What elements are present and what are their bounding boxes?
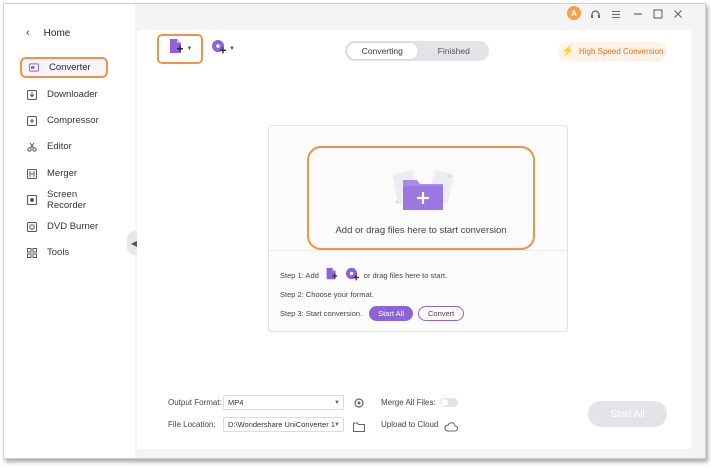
home-link[interactable]: ‹ Home <box>26 27 70 39</box>
sidebar-item-label: Converter <box>49 62 91 73</box>
sidebar-item-downloader[interactable]: Downloader <box>20 84 108 105</box>
minimize-icon[interactable] <box>631 7 645 21</box>
sidebar-item-label: Editor <box>47 141 72 152</box>
menu-icon[interactable] <box>609 7 623 21</box>
cloud-icon[interactable] <box>444 419 459 437</box>
sidebar: ‹ Home Converter Downloader Compressor E… <box>4 4 135 458</box>
tab-finished[interactable]: Finished <box>419 46 490 56</box>
drop-zone-text: Add or drag files here to start conversi… <box>335 225 507 236</box>
tools-grid-icon <box>27 247 37 258</box>
output-format-select[interactable]: MP4 ▼ <box>223 395 344 410</box>
drop-card: Add or drag files here to start conversi… <box>268 125 568 332</box>
sidebar-item-dvd-burner[interactable]: DVD Burner <box>20 216 108 237</box>
chevron-down-icon: ▼ <box>186 46 193 52</box>
sidebar-item-converter[interactable]: Converter <box>20 57 108 78</box>
start-all-button[interactable]: Start All <box>588 401 667 427</box>
merge-all-files-toggle[interactable] <box>440 398 458 407</box>
maximize-icon[interactable] <box>651 7 665 21</box>
high-speed-conversion-button[interactable]: ⚡ High Speed Conversion <box>558 42 667 61</box>
add-folder-icon <box>391 166 455 221</box>
sidebar-item-label: Merger <box>47 168 78 179</box>
step-1: Step 1: Add or drag files here to start. <box>280 267 447 283</box>
file-drop-zone[interactable]: Add or drag files here to start conversi… <box>307 146 535 250</box>
step-2: Step 2: Choose your format. <box>280 290 374 299</box>
user-avatar[interactable]: A <box>567 6 581 20</box>
close-icon[interactable] <box>671 7 685 21</box>
folder-icon[interactable] <box>352 419 366 437</box>
chevron-down-icon: ▼ <box>229 46 235 52</box>
sidebar-item-label: Screen Recorder <box>47 188 87 211</box>
merge-all-files-label: Merge All Files: <box>381 398 436 407</box>
settings-gear-icon[interactable] <box>353 396 365 414</box>
downloader-icon <box>27 89 37 100</box>
high-speed-label: High Speed Conversion <box>578 47 664 56</box>
sidebar-item-label: Compressor <box>47 115 99 126</box>
sidebar-item-screen-recorder[interactable]: Screen Recorder <box>20 188 108 211</box>
load-dvd-button[interactable]: ▼ <box>209 39 237 59</box>
file-location-select[interactable]: D:\Wondershare UniConverter 1 ▼ <box>223 417 344 432</box>
chevron-left-icon: ‹ <box>26 27 30 39</box>
app-window: ‹ Home Converter Downloader Compressor E… <box>3 3 706 459</box>
converter-icon <box>29 63 39 73</box>
chevron-down-icon: ▼ <box>334 399 340 406</box>
add-file-icon <box>168 38 184 60</box>
upload-to-cloud-label: Upload to Cloud <box>381 420 439 429</box>
output-format-label: Output Format: <box>168 398 222 407</box>
home-label: Home <box>43 27 71 39</box>
chevron-down-icon: ▼ <box>334 421 340 428</box>
sidebar-item-label: Tools <box>47 247 70 258</box>
convert-button-small[interactable]: Convert <box>417 306 465 321</box>
file-location-label: File Location: <box>168 420 216 429</box>
headset-icon[interactable] <box>588 7 602 21</box>
load-dvd-icon <box>211 39 227 59</box>
tab-converting[interactable]: Converting <box>346 42 419 60</box>
sidebar-item-compressor[interactable]: Compressor <box>20 110 108 131</box>
dvd-icon <box>27 221 37 232</box>
sidebar-item-label: DVD Burner <box>47 221 99 232</box>
sidebar-item-merger[interactable]: Merger <box>20 163 108 184</box>
merger-icon <box>27 168 37 179</box>
compressor-icon <box>27 115 37 126</box>
screen-recorder-icon <box>27 194 37 205</box>
step-3: Step 3: Start conversion. Start All Conv… <box>280 306 465 321</box>
status-tab-switch: Converting Finished <box>345 41 489 61</box>
load-dvd-icon[interactable] <box>345 267 359 283</box>
lightning-icon: ⚡ <box>561 46 574 57</box>
divider <box>269 250 567 251</box>
start-all-button-small[interactable]: Start All <box>369 306 413 321</box>
sidebar-item-tools[interactable]: Tools <box>20 242 108 263</box>
add-files-button[interactable]: ▼ <box>157 34 203 64</box>
sidebar-item-label: Downloader <box>47 89 98 100</box>
converter-panel: ▼ ▼ Converting Finished ⚡ High Speed Con… <box>137 30 691 449</box>
sidebar-item-editor[interactable]: Editor <box>20 136 108 157</box>
add-file-icon[interactable] <box>325 267 338 283</box>
scissors-icon <box>27 142 37 152</box>
